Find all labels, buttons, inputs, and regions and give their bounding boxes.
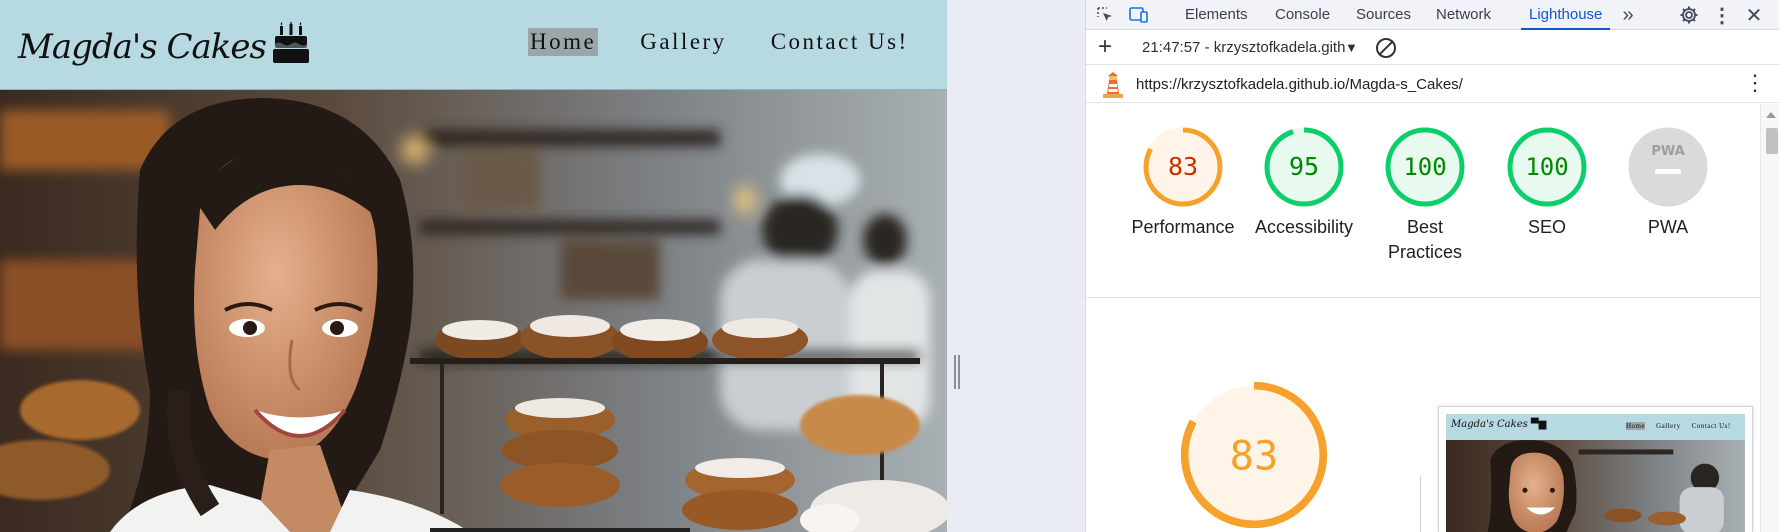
performance-gauge-ring: 83 bbox=[1143, 127, 1223, 207]
performance-big-gauge-ring: 83 bbox=[1180, 381, 1328, 529]
tab-lighthouse[interactable]: Lighthouse bbox=[1521, 0, 1611, 30]
website-viewport: Magda's Cakes Home Gallery Contact Us! bbox=[0, 0, 947, 532]
gear-icon[interactable] bbox=[1677, 4, 1701, 26]
lighthouse-toolbar: + 21:47:57 - krzysztofkadela.gith ▼ bbox=[1086, 31, 1779, 65]
chevron-double-right-icon[interactable]: » bbox=[1616, 4, 1640, 26]
score-gauge-seo[interactable]: 100 SEO bbox=[1492, 126, 1602, 240]
site-logo-text: Magda's Cakes bbox=[18, 27, 267, 67]
site-menu: Home Gallery Contact Us! bbox=[528, 28, 911, 57]
site-navbar: Magda's Cakes Home Gallery Contact Us! bbox=[0, 0, 947, 90]
plus-icon[interactable]: + bbox=[1098, 35, 1112, 59]
seo-label: SEO bbox=[1527, 217, 1566, 237]
tab-sources[interactable]: Sources bbox=[1356, 0, 1411, 30]
pwa-dash-icon bbox=[1655, 169, 1681, 174]
best-practices-gauge-ring: 100 bbox=[1385, 127, 1465, 207]
seo-gauge-ring: 100 bbox=[1507, 127, 1587, 207]
pwa-gauge-ring: PWA bbox=[1628, 127, 1708, 207]
devtools-tab-bar: Elements Console Sources Network Lightho… bbox=[1086, 0, 1779, 30]
inspect-element-icon[interactable] bbox=[1093, 4, 1117, 26]
thumbnail-hero-image bbox=[1446, 440, 1745, 532]
clear-icon[interactable] bbox=[1376, 38, 1396, 58]
lighthouse-logo-icon bbox=[1103, 72, 1123, 98]
pwa-label: PWA bbox=[1647, 217, 1689, 237]
performance-big-score-value: 83 bbox=[1230, 431, 1279, 479]
best-practices-label: Best Practices bbox=[1387, 217, 1463, 262]
pwa-badge-text: PWA bbox=[1651, 144, 1684, 159]
resize-handle[interactable] bbox=[954, 355, 960, 389]
performance-label: Performance bbox=[1131, 217, 1235, 237]
thumbnail-nav-gallery: Gallery bbox=[1656, 422, 1681, 430]
devtools-panel: Elements Console Sources Network Lightho… bbox=[1085, 0, 1779, 532]
hero-image bbox=[0, 90, 947, 532]
tab-console[interactable]: Console bbox=[1275, 0, 1330, 30]
scrollbar-thumb[interactable] bbox=[1766, 128, 1778, 154]
thumbnail-nav-contact: Contact Us! bbox=[1691, 422, 1731, 430]
nav-link-gallery[interactable]: Gallery bbox=[638, 28, 728, 56]
page-screenshot-thumbnail[interactable]: Magda's Cakes ▀▆ Home Gallery Contact Us… bbox=[1438, 406, 1753, 532]
best-practices-score-value: 100 bbox=[1403, 153, 1446, 181]
tab-elements[interactable]: Elements bbox=[1185, 0, 1248, 30]
thumbnail-menu: Home Gallery Contact Us! bbox=[1626, 422, 1731, 430]
divider bbox=[1420, 476, 1421, 532]
seo-score-value: 100 bbox=[1525, 153, 1568, 181]
score-gauge-best-practices[interactable]: 100 Best Practices bbox=[1370, 126, 1480, 265]
scroll-up-arrow-icon[interactable] bbox=[1766, 112, 1776, 118]
score-gauge-performance[interactable]: 83 Performance bbox=[1128, 126, 1238, 240]
kebab-menu-icon[interactable]: ⋮ bbox=[1710, 4, 1734, 27]
audited-url[interactable]: https://krzysztofkadela.github.io/Magda-… bbox=[1136, 76, 1463, 93]
close-icon[interactable]: ✕ bbox=[1742, 4, 1766, 27]
tab-network[interactable]: Network bbox=[1436, 0, 1491, 30]
nav-link-home[interactable]: Home bbox=[528, 28, 599, 57]
thumbnail-logo: Magda's Cakes ▀▆ bbox=[1451, 419, 1547, 430]
kebab-menu-icon[interactable]: ⋮ bbox=[1744, 70, 1766, 96]
thumbnail-navbar: Magda's Cakes ▀▆ Home Gallery Contact Us… bbox=[1446, 414, 1745, 440]
device-toolbar-icon[interactable] bbox=[1127, 4, 1151, 26]
lighthouse-report: 83 Performance 95 Accessibility 100 Best Prac… bbox=[1086, 104, 1760, 532]
score-gauge-pwa[interactable]: PWA PWA bbox=[1613, 126, 1723, 240]
nav-link-contact[interactable]: Contact Us! bbox=[769, 28, 911, 56]
accessibility-score-value: 95 bbox=[1289, 152, 1319, 181]
caret-down-icon[interactable]: ▼ bbox=[1345, 40, 1358, 55]
report-selector[interactable]: 21:47:57 - krzysztofkadela.gith bbox=[1142, 39, 1345, 56]
cake-icon bbox=[272, 22, 309, 63]
performance-score-value: 83 bbox=[1168, 152, 1198, 181]
accessibility-gauge-ring: 95 bbox=[1264, 127, 1344, 207]
scrollbar[interactable] bbox=[1760, 104, 1779, 532]
score-gauge-accessibility[interactable]: 95 Accessibility bbox=[1249, 126, 1359, 240]
accessibility-label: Accessibility bbox=[1254, 217, 1354, 237]
site-logo[interactable]: Magda's Cakes bbox=[18, 14, 310, 64]
splitter-area bbox=[947, 0, 1085, 532]
lighthouse-url-bar: https://krzysztofkadela.github.io/Magda-… bbox=[1086, 66, 1779, 103]
performance-score-gauge[interactable]: 83 bbox=[1174, 378, 1334, 532]
thumbnail-nav-home: Home bbox=[1626, 422, 1646, 430]
divider bbox=[1086, 297, 1760, 298]
